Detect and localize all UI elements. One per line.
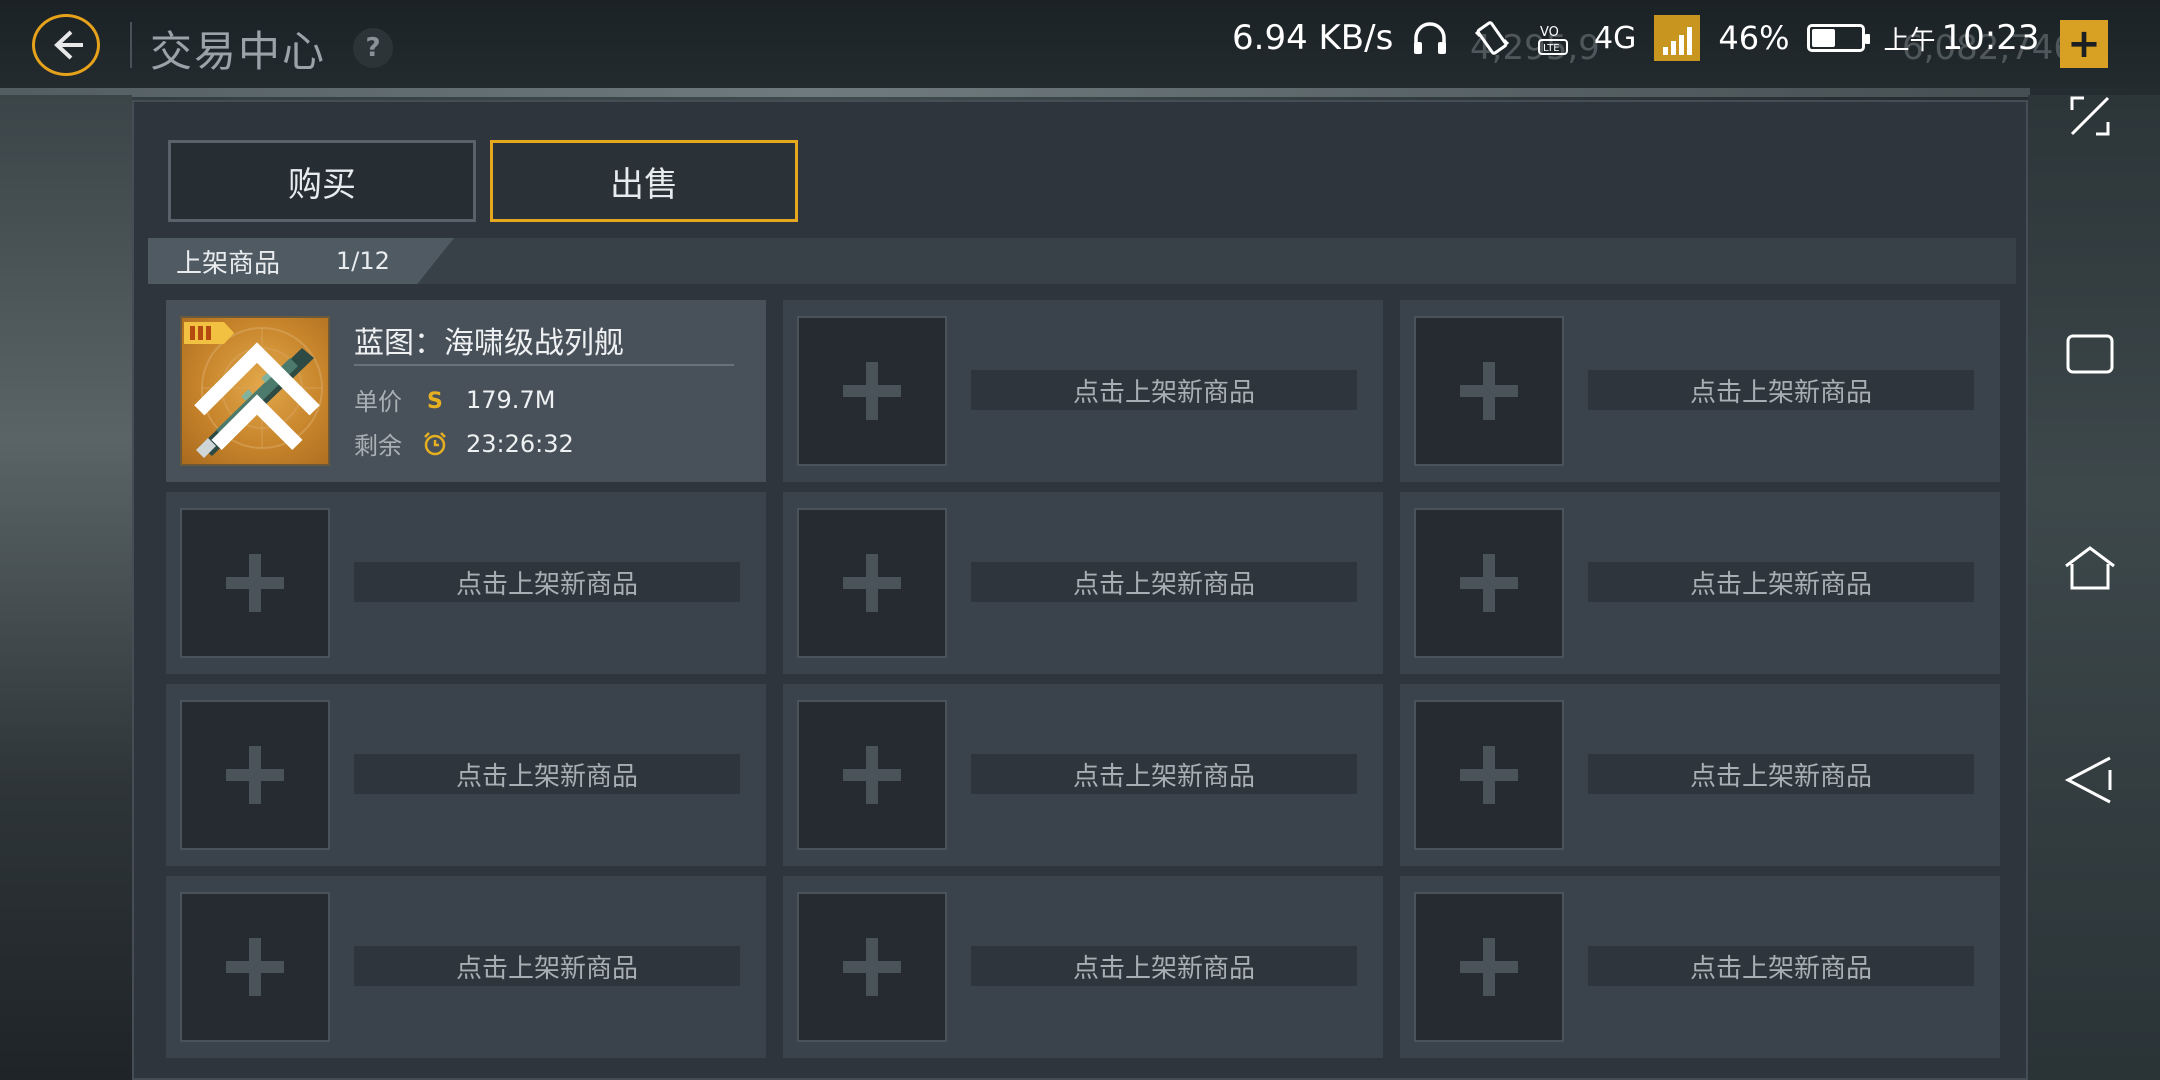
empty-slot[interactable]: 点击上架新商品 (1400, 300, 2000, 482)
plus-icon (1460, 746, 1518, 804)
clock: 上午 10:23 (1883, 18, 2039, 58)
empty-slot[interactable]: 点击上架新商品 (166, 876, 766, 1058)
help-icon[interactable]: ? (353, 28, 393, 68)
empty-slot[interactable]: 点击上架新商品 (166, 684, 766, 866)
add-slot-thumb (797, 700, 947, 850)
back-button[interactable] (32, 14, 100, 76)
plus-icon (843, 554, 901, 612)
plus-icon (226, 746, 284, 804)
remaining-label: 剩余 (354, 432, 402, 460)
expand-icon (2070, 96, 2110, 136)
add-slot-thumb (180, 892, 330, 1042)
triangle-back-icon (2064, 756, 2112, 804)
price-value: 179.7M (466, 385, 556, 414)
add-slot-thumb (1414, 508, 1564, 658)
volte-icon: VO LTE (1532, 18, 1576, 58)
add-item-label: 点击上架新商品 (971, 946, 1357, 986)
svg-text:VO: VO (1540, 25, 1559, 40)
remaining-value: 23:26:32 (466, 429, 574, 458)
empty-slot[interactable]: 点击上架新商品 (1400, 492, 2000, 674)
plus-icon (843, 362, 901, 420)
plus-icon (1460, 938, 1518, 996)
add-slot-thumb (797, 892, 947, 1042)
listing-grid: 蓝图：海啸级战列舰 单价 S 179.7M 剩余 23:26:32 点击上架新商… (166, 300, 2000, 1058)
headphones-icon (1408, 18, 1452, 58)
home-icon (2065, 546, 2115, 590)
add-currency-button[interactable]: + (2060, 20, 2108, 68)
listing-tag: 上架商品 1/12 (148, 238, 454, 284)
add-item-label: 点击上架新商品 (1588, 370, 1974, 410)
add-item-label: 点击上架新商品 (354, 562, 740, 602)
recent-apps-icon (2066, 334, 2114, 374)
tab-buy[interactable]: 购买 (168, 140, 476, 222)
coin-icon: S (420, 385, 450, 415)
svg-text:LTE: LTE (1543, 43, 1560, 54)
empty-slot[interactable]: 点击上架新商品 (783, 684, 1383, 866)
plus-icon (1460, 362, 1518, 420)
plus-icon (226, 938, 284, 996)
item-divider (354, 364, 734, 366)
background-left (0, 95, 132, 1080)
trade-panel: 购买 出售 上架商品 1/12 蓝图：海啸级战列舰 单价 S 179.7M 剩余… (132, 100, 2028, 1080)
add-item-label: 点击上架新商品 (971, 562, 1357, 602)
listing-label: 上架商品 (176, 248, 281, 279)
svg-text:S: S (427, 389, 443, 414)
add-item-label: 点击上架新商品 (354, 754, 740, 794)
fullscreen-button[interactable] (2060, 86, 2120, 146)
header-divider (130, 22, 132, 68)
add-slot-thumb (1414, 892, 1564, 1042)
add-slot-thumb (1414, 700, 1564, 850)
empty-slot[interactable]: 点击上架新商品 (783, 876, 1383, 1058)
empty-slot[interactable]: 点击上架新商品 (783, 492, 1383, 674)
top-bar: 交易中心 ? 4,295,9 6,082,746 6.94 KB/s VO LTE… (0, 0, 2160, 88)
empty-slot[interactable]: 点击上架新商品 (166, 492, 766, 674)
add-slot-thumb (797, 316, 947, 466)
listed-item-slot[interactable]: 蓝图：海啸级战列舰 单价 S 179.7M 剩余 23:26:32 (166, 300, 766, 482)
battery-icon (1807, 24, 1871, 52)
page-title: 交易中心 (150, 27, 327, 76)
item-price-row: 单价 S 179.7M (354, 382, 555, 417)
add-slot-thumb (180, 508, 330, 658)
network-type: 4G (1594, 20, 1637, 56)
signal-icon (1654, 15, 1701, 61)
home-button[interactable] (2060, 538, 2120, 598)
plus-icon (1460, 554, 1518, 612)
price-label: 单价 (354, 388, 402, 416)
add-slot-thumb (180, 700, 330, 850)
clock-ampm: 上午 (1883, 26, 1936, 56)
add-slot-thumb (1414, 316, 1564, 466)
add-slot-thumb (797, 508, 947, 658)
item-name: 蓝图：海啸级战列舰 (354, 326, 624, 361)
add-item-label: 点击上架新商品 (1588, 754, 1974, 794)
item-thumbnail (180, 316, 330, 466)
plus-icon (843, 746, 901, 804)
net-speed: 6.94 KB/s (1232, 18, 1394, 58)
add-item-label: 点击上架新商品 (971, 370, 1357, 410)
plus-icon (226, 554, 284, 612)
system-nav (2040, 80, 2140, 1080)
empty-slot[interactable]: 点击上架新商品 (1400, 684, 2000, 866)
add-item-label: 点击上架新商品 (1588, 946, 1974, 986)
add-item-label: 点击上架新商品 (354, 946, 740, 986)
empty-slot[interactable]: 点击上架新商品 (1400, 876, 2000, 1058)
vibrate-icon (1470, 18, 1514, 58)
empty-slot[interactable]: 点击上架新商品 (783, 300, 1383, 482)
item-time-row: 剩余 23:26:32 (354, 426, 574, 461)
add-item-label: 点击上架新商品 (971, 754, 1357, 794)
alarm-clock-icon (420, 429, 450, 459)
recent-apps-button[interactable] (2060, 324, 2120, 384)
add-item-label: 点击上架新商品 (1588, 562, 1974, 602)
tab-sell[interactable]: 出售 (490, 140, 798, 222)
upgrade-icon (194, 342, 320, 451)
listing-header: 上架商品 1/12 (148, 238, 2016, 284)
status-icons: VO LTE 4G 46% 上午 10:23 (1408, 15, 2039, 61)
back-nav-button[interactable] (2060, 750, 2120, 810)
battery-percent: 46% (1718, 19, 1790, 57)
back-arrow-icon (54, 30, 83, 60)
plus-icon (843, 938, 901, 996)
listing-count: 1/12 (336, 247, 390, 275)
clock-time: 10:23 (1941, 18, 2040, 58)
